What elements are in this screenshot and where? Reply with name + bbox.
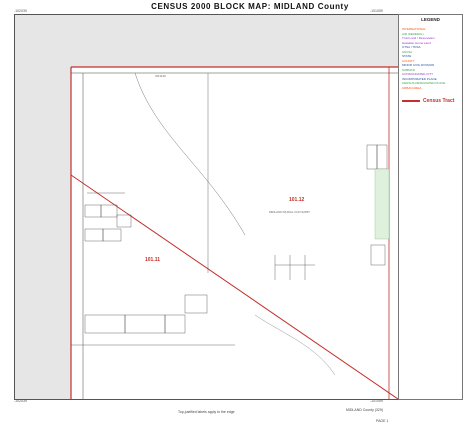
legend-row: MINOR CIVIL DIVISION — [402, 63, 435, 67]
legend-row: INCORPORATED PLACE — [402, 76, 437, 81]
legend-row: INTERNATIONAL — [402, 27, 426, 31]
legend-row: Trust Land / Reservation — [402, 36, 435, 40]
legend-row: URBAN AREA — [402, 85, 422, 90]
legend-row: AIR (FEDERAL) — [402, 31, 424, 36]
road-curve — [134, 72, 246, 236]
road-label-top: CR1130 — [155, 74, 166, 78]
legend-row: COUNTY — [402, 58, 415, 63]
sheet-number: PAGE 1 — [376, 419, 389, 423]
tract-boundary-diagonal — [70, 174, 398, 399]
water-area — [374, 168, 390, 240]
legend-panel: LEGEND INTERNATIONAL AIR (FEDERAL) Trust L… — [398, 14, 463, 400]
legend-row: CENSUS DESIGNATED PLACE — [402, 81, 446, 85]
legend-row: CONSOLIDATED CITY — [402, 72, 434, 76]
page-title: CENSUS 2000 BLOCK MAP: MIDLAND County — [151, 2, 349, 11]
legend-row: Hawaiian Home Land — [402, 40, 431, 45]
stream-south — [254, 314, 336, 376]
legend-row: OTSA / TDSA — [402, 45, 421, 49]
county-name: MIDLAND County (329) — [346, 408, 383, 412]
census-tract-swatch — [402, 100, 420, 102]
tract-label-101-12: 101.12 — [289, 197, 305, 203]
legend-row: STATE — [402, 54, 412, 58]
corner-coordinate-top-left: -102039 — [14, 9, 27, 13]
map-canvas: 101.11 101.12 MIDLAND RURAL CCD 92057 CR… — [15, 15, 398, 399]
corner-coordinate-top-right: -101059 — [370, 9, 383, 13]
outside-area-left — [15, 67, 71, 399]
census-tract-label: Census Tract — [423, 98, 455, 104]
scale-note: Top-justified labels apply to the edge — [178, 410, 235, 414]
place-label: MIDLAND RURAL CCD 92057 — [269, 210, 310, 214]
legend-row: SUBMCD — [402, 67, 416, 72]
tract-label-101-11: 101.11 — [145, 257, 160, 263]
legend-row: ANVSA — [402, 49, 413, 54]
outside-area-top — [15, 15, 398, 67]
legend-title: LEGEND — [421, 17, 440, 22]
map-frame: 101.11 101.12 MIDLAND RURAL CCD 92057 CR… — [14, 14, 399, 400]
map-sheet: CENSUS 2000 BLOCK MAP: MIDLAND County -1… — [0, 0, 474, 434]
subdivision-west — [84, 192, 208, 334]
